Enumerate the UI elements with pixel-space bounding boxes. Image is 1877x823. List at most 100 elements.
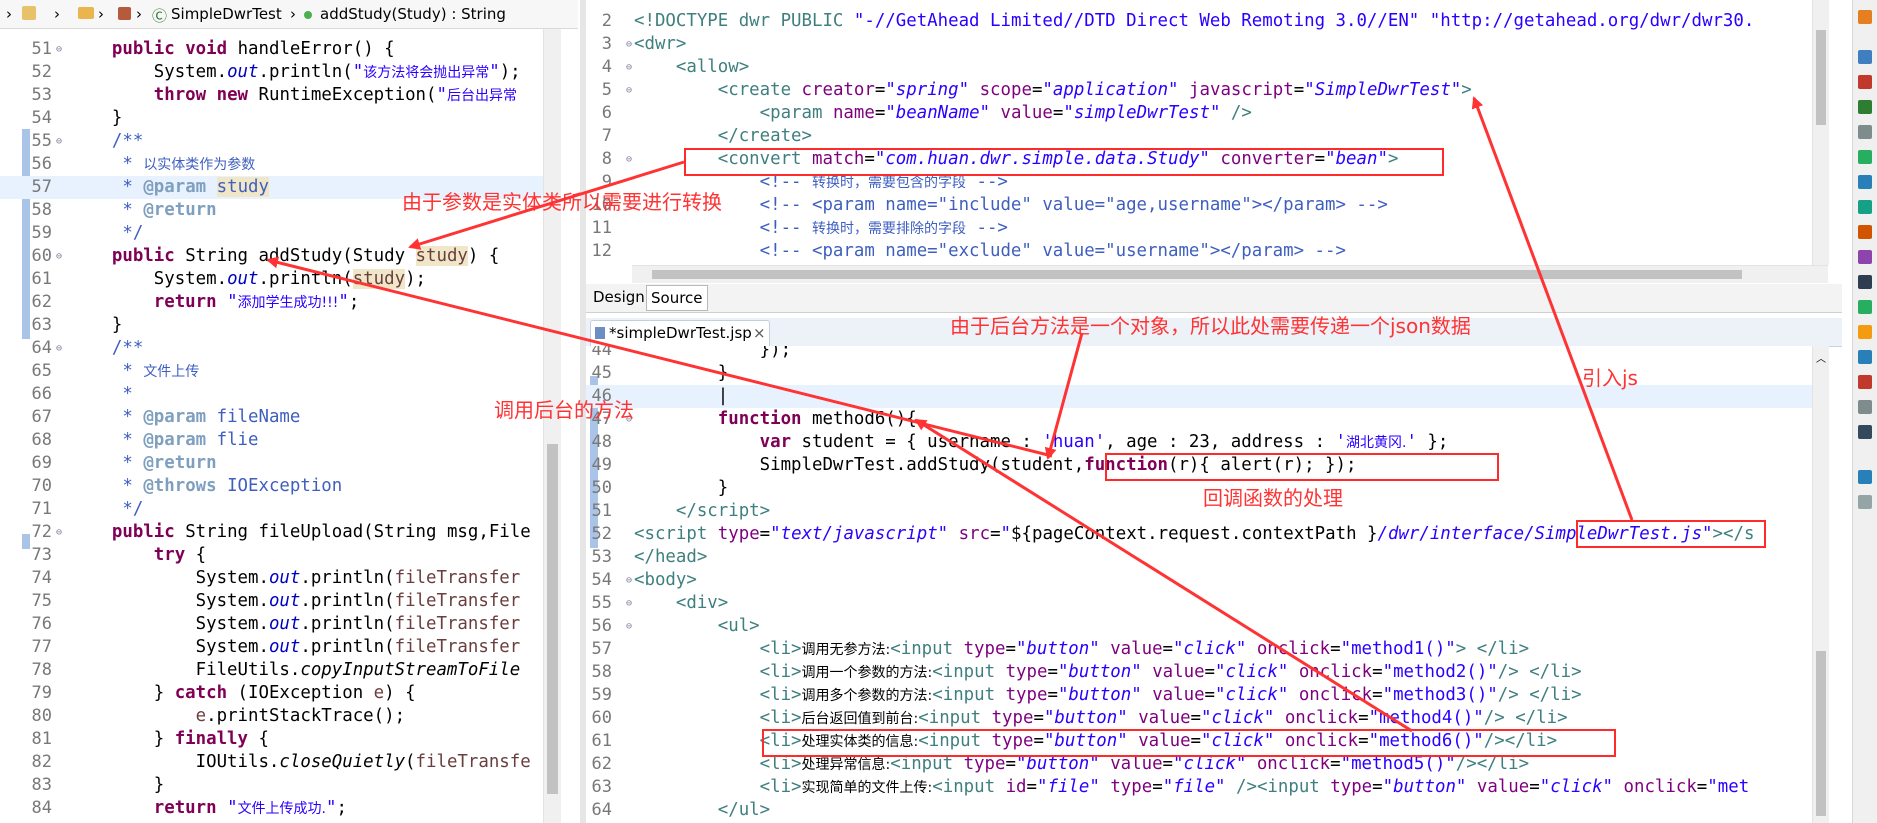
code-line[interactable]: 2 <!DOCTYPE dwr PUBLIC "-//GetAhead Limit… xyxy=(586,10,1842,33)
chevron-right-icon[interactable]: › xyxy=(290,5,296,23)
code-line[interactable]: 72 ⊖ public String fileUpload(String msg,… xyxy=(0,521,560,544)
scrollbar-thumb[interactable] xyxy=(547,444,558,794)
jsp-editor-tab[interactable]: *simpleDwrTest.jsp × xyxy=(590,320,770,346)
git-icon[interactable] xyxy=(1858,225,1872,239)
code-text[interactable]: <li>调用无参方法:<input type="button" value="c… xyxy=(634,638,1529,662)
code-text[interactable]: }); xyxy=(634,346,791,362)
code-line[interactable]: 54 } xyxy=(0,107,560,130)
code-text[interactable]: function method6(){ xyxy=(634,408,917,431)
code-line[interactable]: 81 } finally { xyxy=(0,728,560,751)
code-line[interactable]: 73 try { xyxy=(0,544,560,567)
properties-icon[interactable] xyxy=(1858,325,1872,339)
code-line[interactable]: 12 <!-- <param name="exclude" value="use… xyxy=(586,240,1842,263)
code-line[interactable]: 59 <li>调用多个参数的方法:<input type="button" va… xyxy=(586,684,1812,707)
code-line[interactable]: 10 <!-- <param name="include" value="age… xyxy=(586,194,1842,217)
chevron-right-icon[interactable]: › xyxy=(98,5,104,23)
xml-vertical-scrollbar[interactable] xyxy=(1812,0,1829,265)
chevron-right-icon[interactable]: › xyxy=(136,5,142,23)
code-text[interactable]: System.out.println(fileTransfer xyxy=(70,636,521,659)
code-line[interactable]: 84 return "文件上传成功."; xyxy=(0,797,560,820)
code-text[interactable]: var student = { username : 'huan', age :… xyxy=(634,431,1449,455)
code-text[interactable]: </head> xyxy=(634,546,707,569)
code-text[interactable]: public String fileUpload(String msg,File xyxy=(70,521,531,544)
code-text[interactable]: System.out.println(fileTransfer xyxy=(70,613,521,636)
code-text[interactable]: } xyxy=(634,477,728,500)
code-line[interactable]: 3 ⊖ <dwr> xyxy=(586,33,1842,56)
code-line[interactable]: 79 } catch (IOException e) { xyxy=(0,682,560,705)
code-text[interactable]: </ul> xyxy=(634,799,770,822)
code-line[interactable]: 53 </head> xyxy=(586,546,1812,569)
junit-icon[interactable] xyxy=(1858,300,1872,314)
code-line[interactable]: 5 ⊖ <create creator="spring" scope="appli… xyxy=(586,79,1842,102)
code-text[interactable]: <!-- 转换时，需要排除的字段 --> xyxy=(634,217,1008,241)
code-text[interactable]: System.out.println(study); xyxy=(70,268,426,291)
code-text[interactable]: FileUtils.copyInputStreamToFile xyxy=(70,659,521,682)
code-text[interactable]: <!DOCTYPE dwr PUBLIC "-//GetAhead Limite… xyxy=(634,10,1754,33)
code-text[interactable]: System.out.println(fileTransfer xyxy=(70,590,521,613)
code-text[interactable]: <li>调用多个参数的方法:<input type="button" value… xyxy=(634,684,1582,708)
code-text[interactable]: System.out.println(fileTransfer xyxy=(70,567,521,590)
code-text[interactable]: * @param study xyxy=(70,176,269,199)
view-icon[interactable] xyxy=(1858,10,1872,24)
jsp-vertical-scrollbar[interactable]: ︿ xyxy=(1812,346,1829,823)
scrollbar-thumb[interactable] xyxy=(1816,30,1826,125)
code-line[interactable]: 61 System.out.println(study); xyxy=(0,268,560,291)
code-text[interactable]: throw new RuntimeException("后台出异常 xyxy=(70,84,517,108)
code-line[interactable]: 64 </ul> xyxy=(586,799,1812,822)
scrollbar-thumb[interactable] xyxy=(1816,651,1826,816)
code-line[interactable]: 77 System.out.println(fileTransfer xyxy=(0,636,560,659)
code-line[interactable]: 54 ⊖ <body> xyxy=(586,569,1812,592)
console-icon[interactable] xyxy=(1858,75,1872,89)
code-text[interactable]: <div> xyxy=(634,592,728,615)
java-editor[interactable]: 51 ⊖ public void handleError() {52 System… xyxy=(0,29,560,823)
code-text[interactable]: e.printStackTrace(); xyxy=(70,705,405,728)
code-text[interactable]: public void handleError() { xyxy=(70,38,395,61)
code-line[interactable]: 69 * @return xyxy=(0,452,560,475)
scrollbar-thumb[interactable] xyxy=(652,270,1742,279)
code-line[interactable]: 53 throw new RuntimeException("后台出异常 xyxy=(0,84,560,107)
debug-icon[interactable] xyxy=(1858,200,1872,214)
fold-toggle-icon[interactable]: ⊖ xyxy=(56,337,66,360)
code-line[interactable]: 51 ⊖ public void handleError() { xyxy=(0,38,560,61)
code-line[interactable]: 63 <li>实现简单的文件上传:<input id="file" type="… xyxy=(586,776,1812,799)
history-icon[interactable] xyxy=(1858,250,1872,264)
code-text[interactable]: <!-- <param name="include" value="age,us… xyxy=(634,194,1388,217)
xml-code-lines[interactable]: 2 <!DOCTYPE dwr PUBLIC "-//GetAhead Limit… xyxy=(586,10,1842,263)
code-text[interactable]: * @param fileName xyxy=(70,406,300,429)
problems-icon[interactable] xyxy=(1858,125,1872,139)
breadcrumb-project[interactable]: SimpleDwrTest xyxy=(171,5,282,23)
code-text[interactable]: * 以实体类作为参数 xyxy=(70,153,255,177)
code-line[interactable]: 66 * xyxy=(0,383,560,406)
code-line[interactable]: 64 ⊖ /** xyxy=(0,337,560,360)
code-line[interactable]: 68 * @param flie xyxy=(0,429,560,452)
code-text[interactable]: IOUtils.closeQuietly(fileTransfe xyxy=(70,751,531,774)
code-text[interactable]: </script> xyxy=(634,500,770,523)
xml-editor[interactable]: 2 <!DOCTYPE dwr PUBLIC "-//GetAhead Limit… xyxy=(586,0,1842,265)
code-line[interactable]: 4 ⊖ <allow> xyxy=(586,56,1842,79)
code-text[interactable]: <li>后台返回值到前台:<input type="button" value=… xyxy=(634,707,1568,731)
code-line[interactable]: 63 } xyxy=(0,314,560,337)
code-text[interactable]: } finally { xyxy=(70,728,269,751)
code-text[interactable]: | xyxy=(634,385,728,408)
code-text[interactable]: <param name="beanName" value="simpleDwrT… xyxy=(634,102,1252,125)
code-text[interactable]: public String addStudy(Study study) { xyxy=(70,245,499,268)
code-line[interactable]: 65 * 文件上传 xyxy=(0,360,560,383)
code-text[interactable]: */ xyxy=(70,222,143,245)
tab-design[interactable]: Design xyxy=(589,285,649,309)
code-line[interactable]: 60 ⊖ public String addStudy(Study study) … xyxy=(0,245,560,268)
code-text[interactable]: <!-- <param name="exclude" value="userna… xyxy=(634,240,1346,263)
code-line[interactable]: 57 <li>调用无参方法:<input type="button" value… xyxy=(586,638,1812,661)
code-line[interactable]: 78 FileUtils.copyInputStreamToFile xyxy=(0,659,560,682)
fold-toggle-icon[interactable]: ⊖ xyxy=(56,521,66,544)
code-text[interactable]: } xyxy=(70,107,122,130)
code-line[interactable]: 75 System.out.println(fileTransfer xyxy=(0,590,560,613)
code-text[interactable]: } xyxy=(70,774,164,797)
tab-source[interactable]: Source xyxy=(646,285,708,311)
code-text[interactable]: /** xyxy=(70,337,143,360)
outline-icon[interactable] xyxy=(1858,50,1872,64)
search-icon[interactable] xyxy=(1858,150,1872,164)
at-icon[interactable] xyxy=(1858,425,1872,439)
fold-toggle-icon[interactable]: ⊖ xyxy=(56,130,66,153)
chevron-up-icon[interactable]: ︿ xyxy=(1816,350,1826,365)
code-line[interactable]: 70 * @throws IOException xyxy=(0,475,560,498)
